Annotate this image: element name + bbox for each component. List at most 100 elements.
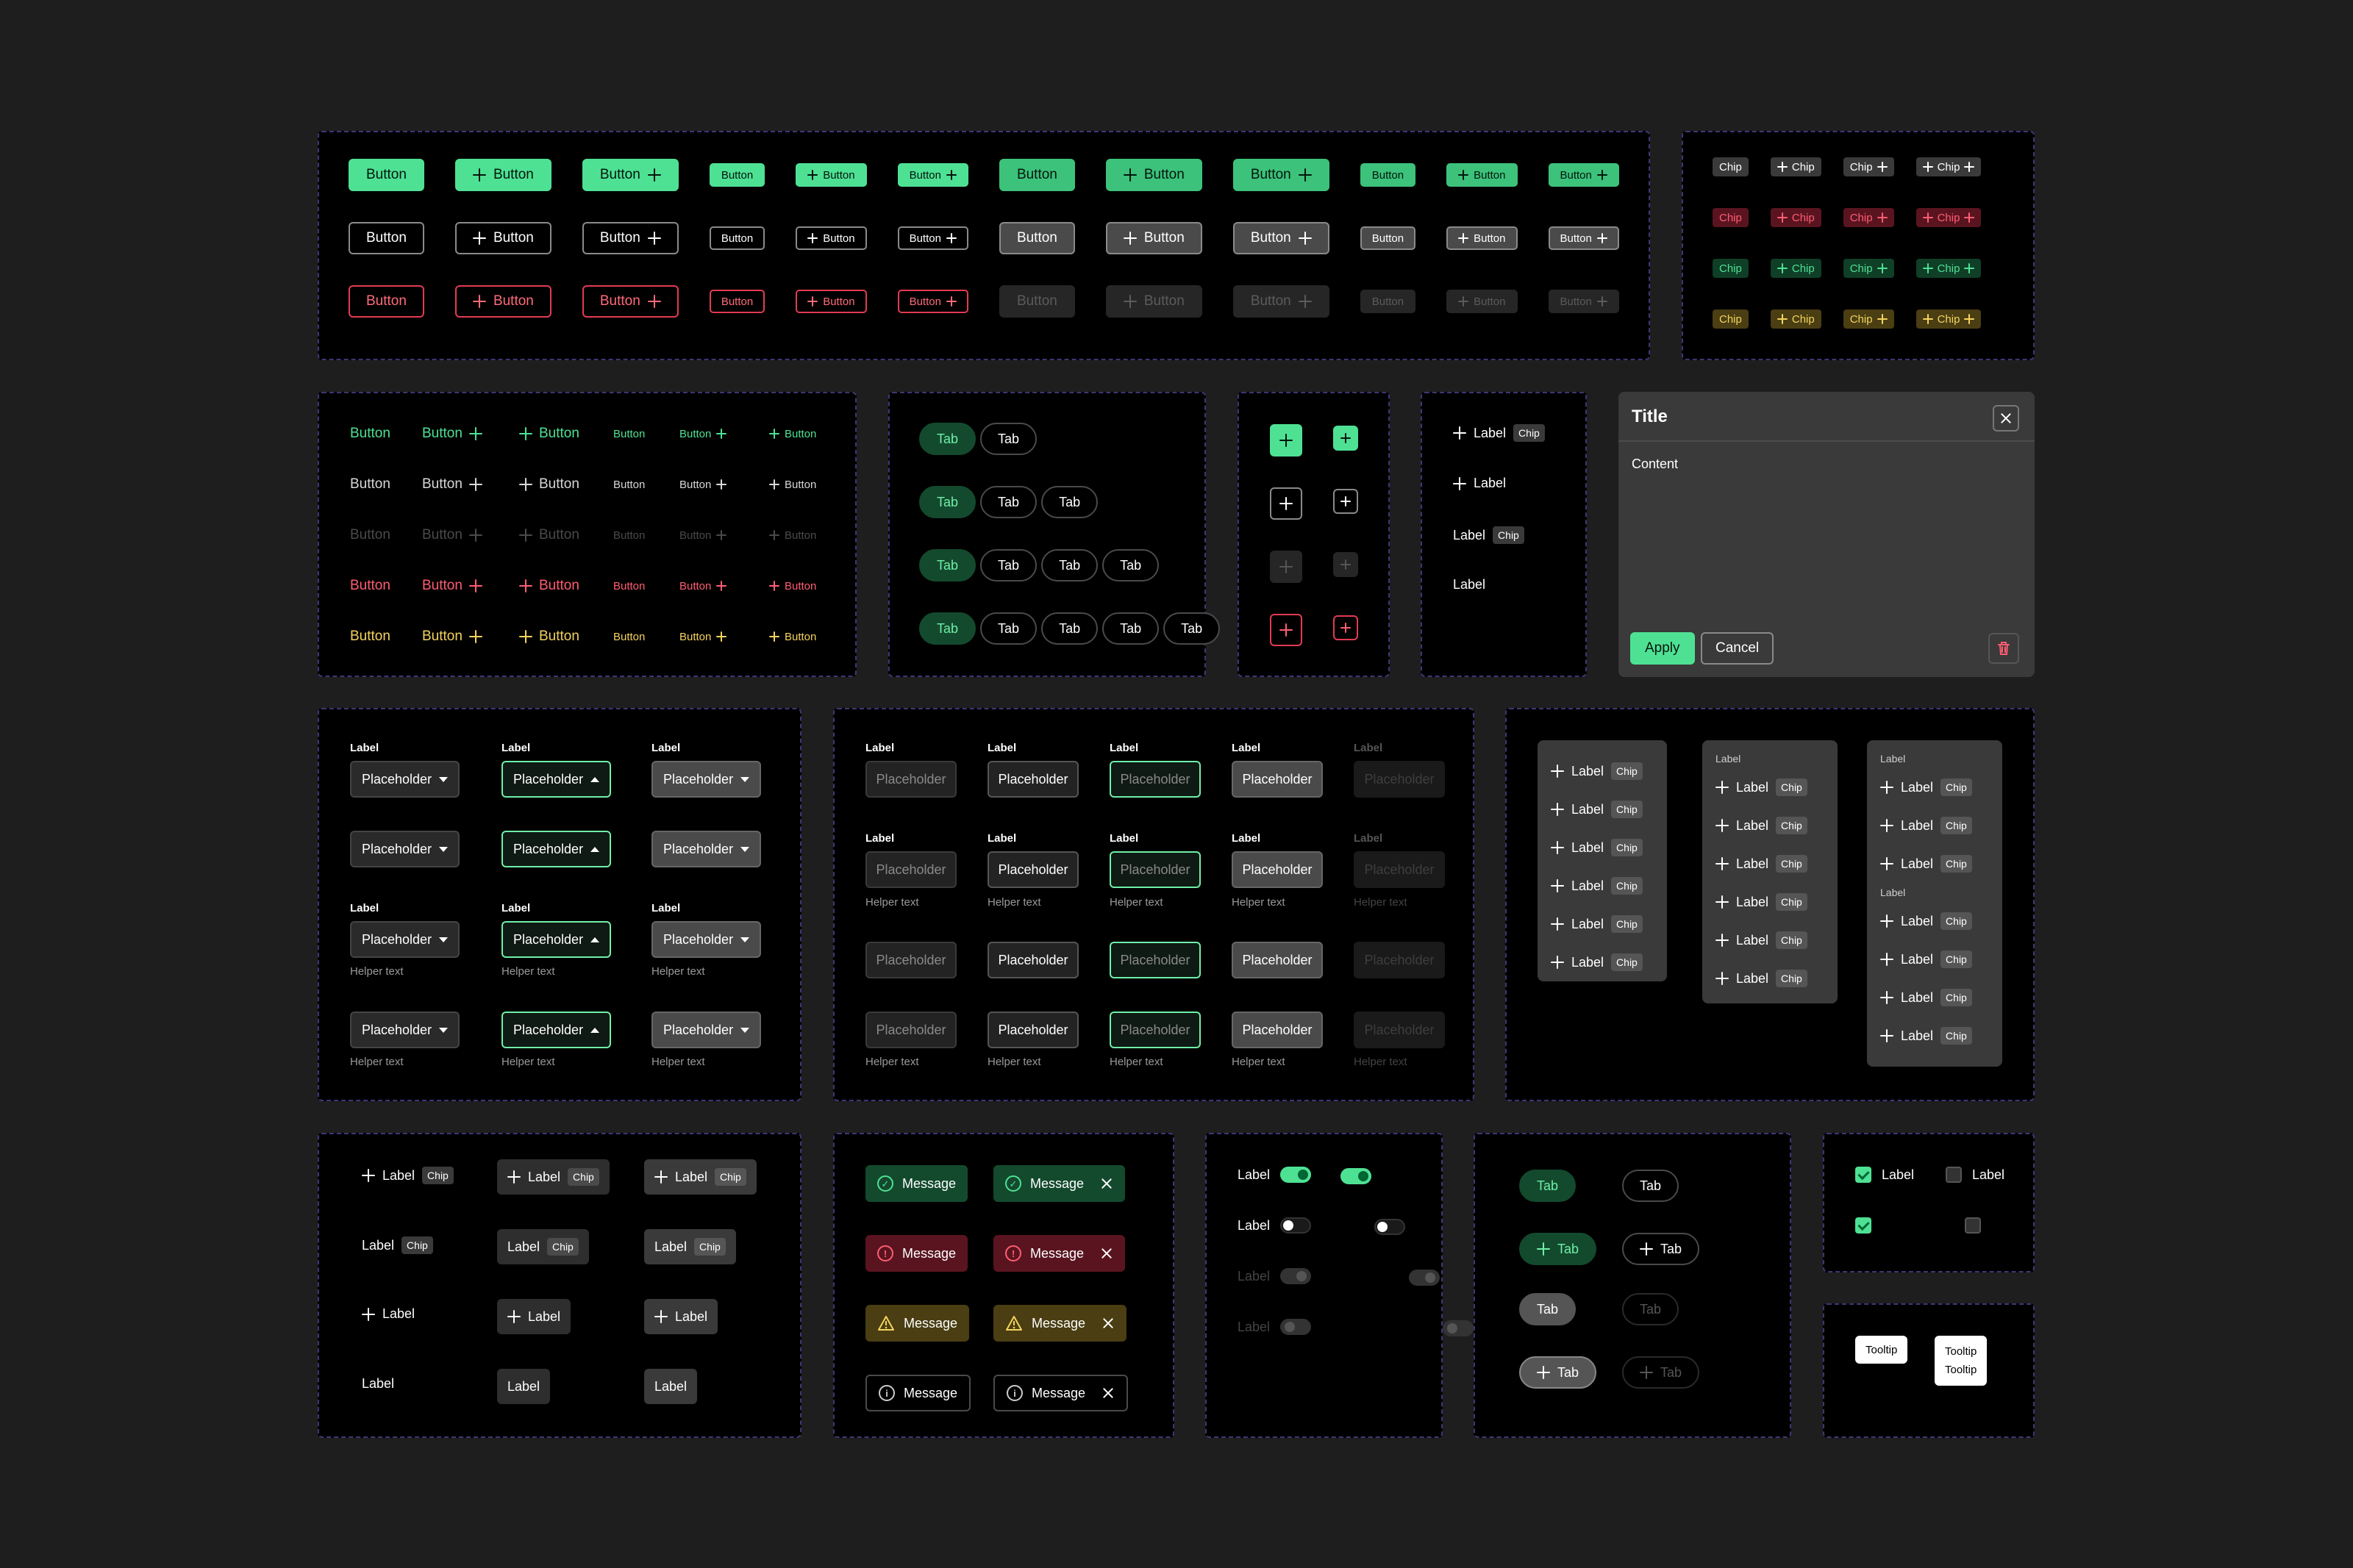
secondary-button-small-trailing-plus[interactable]: Button <box>897 226 968 250</box>
text-input-hover[interactable]: Placeholder <box>1232 761 1323 798</box>
chip-trailing-plus[interactable]: Chip <box>1843 157 1894 176</box>
list-item-plus-chip[interactable]: Label Chip <box>362 1167 454 1184</box>
secondary-button-hover-trailing-plus[interactable]: Button <box>1232 222 1329 254</box>
primary-button-small[interactable]: Button <box>709 163 765 187</box>
danger-button-leading-plus[interactable]: Button <box>454 285 551 318</box>
menu-item[interactable]: Label Chip <box>1880 940 1989 978</box>
tab[interactable]: Tab <box>1041 612 1099 645</box>
list-item-chip-pressed[interactable]: Label Chip <box>644 1229 736 1264</box>
menu-item[interactable]: Label Chip <box>1880 768 1989 806</box>
select-default[interactable]: Placeholder <box>350 761 460 798</box>
text-button-neutral-leading-plus[interactable]: Button <box>519 476 613 493</box>
checkbox-unchecked[interactable] <box>1965 1217 1982 1234</box>
danger-button-small[interactable]: Button <box>709 290 765 313</box>
tab[interactable]: Tab <box>980 486 1038 518</box>
label-item-chip[interactable]: Label Chip <box>1453 526 1524 544</box>
text-button-warning-small-leading-plus[interactable]: Button <box>769 631 816 643</box>
menu-item[interactable]: Label Chip <box>1551 752 1654 790</box>
select-active[interactable]: Placeholder <box>501 831 612 867</box>
text-button-danger-leading-plus[interactable]: Button <box>519 578 613 594</box>
primary-button-small-leading-plus[interactable]: Button <box>796 163 867 187</box>
text-button-danger-small-trailing-plus[interactable]: Button <box>679 580 769 593</box>
text-input-filled[interactable]: Placeholder <box>988 851 1079 888</box>
tab[interactable]: Tab <box>1622 1170 1679 1202</box>
chip-both-plus[interactable]: Chip <box>1915 157 1982 176</box>
text-button-small-leading-plus[interactable]: Button <box>769 428 816 440</box>
text-button-neutral[interactable]: Button <box>350 476 422 493</box>
toggle-on-labeled[interactable]: Label <box>1238 1167 1312 1183</box>
checkbox-checked-labeled[interactable]: Label <box>1855 1167 1914 1183</box>
menu-item[interactable]: Label Chip <box>1715 959 1824 998</box>
primary-button-hover-trailing-plus[interactable]: Button <box>1232 159 1329 191</box>
text-button-neutral-trailing-plus[interactable]: Button <box>422 476 519 493</box>
text-button-danger-small[interactable]: Button <box>613 580 679 593</box>
chip-danger-leading-plus[interactable]: Chip <box>1770 208 1821 227</box>
tab[interactable]: Tab <box>1102 549 1160 581</box>
secondary-button-hover[interactable]: Button <box>999 222 1075 254</box>
list-item-plus-chip-hover[interactable]: Label Chip <box>497 1159 610 1195</box>
text-input-hover[interactable]: Placeholder <box>1232 851 1323 888</box>
select-default[interactable]: Placeholder <box>350 831 460 867</box>
select-hover[interactable]: Placeholder <box>651 921 762 958</box>
list-item-chip-hover[interactable]: Label Chip <box>497 1229 589 1264</box>
tab-selected[interactable]: Tab <box>1519 1170 1577 1202</box>
chip-danger-trailing-plus[interactable]: Chip <box>1843 208 1894 227</box>
tab[interactable]: Tab <box>1041 486 1099 518</box>
primary-button-trailing-plus[interactable]: Button <box>582 159 679 191</box>
primary-button-leading-plus[interactable]: Button <box>454 159 551 191</box>
list-item-hover[interactable]: Label <box>497 1369 551 1404</box>
text-button-leading-plus[interactable]: Button <box>519 426 613 442</box>
text-input-empty[interactable]: Placeholder <box>865 1012 957 1048</box>
danger-button[interactable]: Button <box>349 285 424 318</box>
chip-success[interactable]: Chip <box>1713 259 1749 278</box>
icon-button-danger-small[interactable] <box>1333 615 1358 640</box>
select-active[interactable]: Placeholder <box>501 921 612 958</box>
text-button-warning-small[interactable]: Button <box>613 631 679 643</box>
primary-button-hover[interactable]: Button <box>999 159 1075 191</box>
menu-item[interactable]: Label Chip <box>1715 768 1824 806</box>
primary-button-hover-small-trailing-plus[interactable]: Button <box>1548 163 1619 187</box>
secondary-button-hover-small-leading-plus[interactable]: Button <box>1446 226 1518 250</box>
primary-button-small-trailing-plus[interactable]: Button <box>897 163 968 187</box>
dialog-delete-button[interactable] <box>1988 633 2019 664</box>
tab[interactable]: Tab <box>980 612 1038 645</box>
select-active[interactable]: Placeholder <box>501 1012 612 1048</box>
label-item[interactable]: Label <box>1453 577 1485 593</box>
chip-leading-plus[interactable]: Chip <box>1770 157 1821 176</box>
close-icon[interactable] <box>1101 1317 1115 1330</box>
label-item-plus[interactable]: Label <box>1453 476 1506 491</box>
close-icon[interactable] <box>1100 1247 1113 1260</box>
close-icon[interactable] <box>1101 1386 1115 1400</box>
dialog-cancel-button[interactable]: Cancel <box>1701 632 1774 665</box>
icon-button-primary-small[interactable] <box>1333 426 1358 451</box>
select-default[interactable]: Placeholder <box>350 1012 460 1048</box>
list-item-plus[interactable]: Label <box>362 1306 415 1322</box>
text-button-warning-trailing-plus[interactable]: Button <box>422 629 519 645</box>
select-default[interactable]: Placeholder <box>350 921 460 958</box>
tab-selected-leading-plus[interactable]: Tab <box>1519 1233 1597 1265</box>
toggle-off[interactable] <box>1374 1219 1406 1235</box>
secondary-button-hover-small-trailing-plus[interactable]: Button <box>1548 226 1619 250</box>
checkbox-unchecked-labeled[interactable]: Label <box>1946 1167 2004 1183</box>
text-button-warning-small-trailing-plus[interactable]: Button <box>679 631 769 643</box>
icon-button-secondary-small[interactable] <box>1333 489 1358 514</box>
text-input-focused[interactable]: Placeholder <box>1110 1012 1201 1048</box>
list-item-chip[interactable]: Label Chip <box>362 1236 433 1254</box>
tab-selected[interactable]: Tab <box>919 486 976 518</box>
text-button-warning-leading-plus[interactable]: Button <box>519 629 613 645</box>
text-button[interactable]: Button <box>350 426 422 442</box>
primary-button-hover-small-leading-plus[interactable]: Button <box>1446 163 1518 187</box>
list-item-plus-chip-pressed[interactable]: Label Chip <box>644 1159 757 1195</box>
toggle-off-labeled[interactable]: Label <box>1238 1217 1312 1234</box>
tab-neutral-selected-leading-plus[interactable]: Tab <box>1519 1356 1597 1389</box>
menu-item[interactable]: Label Chip <box>1880 1017 1989 1055</box>
icon-button-secondary[interactable] <box>1270 487 1302 520</box>
menu-item[interactable]: Label Chip <box>1551 905 1654 943</box>
menu-item[interactable]: Label Chip <box>1715 883 1824 921</box>
menu-item[interactable]: Label Chip <box>1715 921 1824 959</box>
toggle-on[interactable] <box>1340 1168 1371 1184</box>
secondary-button-trailing-plus[interactable]: Button <box>582 222 679 254</box>
text-button-neutral-small[interactable]: Button <box>613 479 679 491</box>
text-input-focused[interactable]: Placeholder <box>1110 851 1201 888</box>
primary-button[interactable]: Button <box>349 159 424 191</box>
